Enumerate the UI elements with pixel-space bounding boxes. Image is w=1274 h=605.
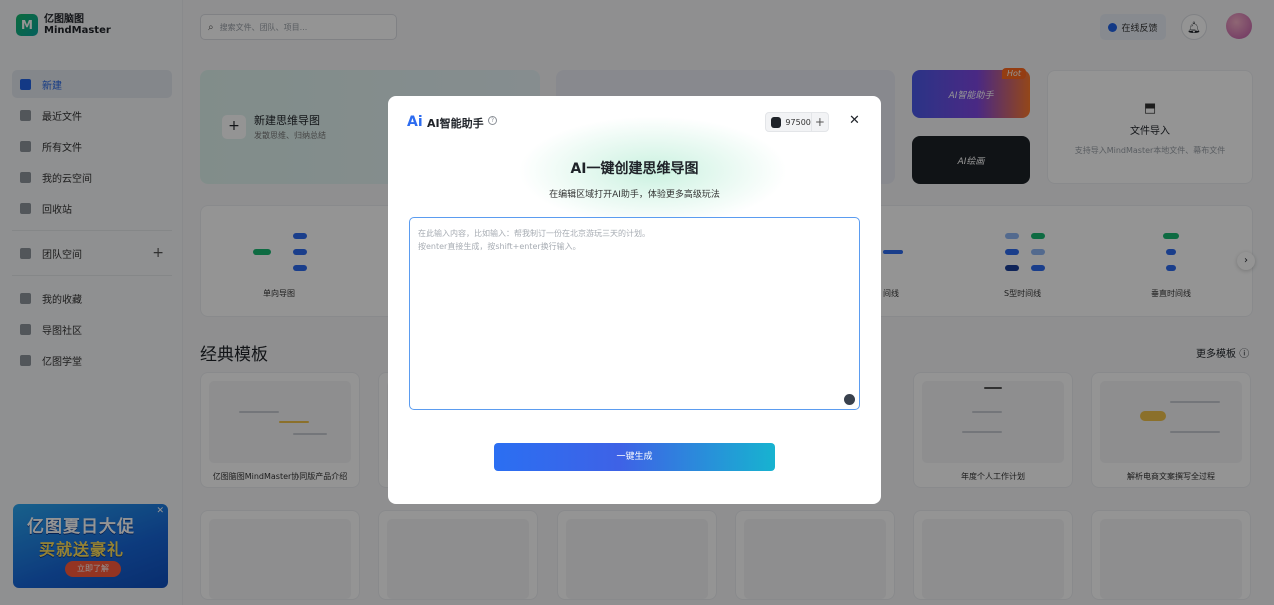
add-credits-button[interactable]: + (810, 113, 828, 131)
ai-assistant-dialog: Ai AI智能助手 ? 97500 + ✕ AI一键创建思维导图 在编辑区域打开… (388, 96, 881, 504)
generate-button[interactable]: 一键生成 (494, 443, 775, 471)
credits-badge: 97500 + (765, 112, 829, 132)
ai-logo-icon: Ai (407, 114, 423, 130)
placeholder-line1: 在此输入内容，比如输入：帮我制订一份在北京游玩三天的计划。 (418, 229, 650, 238)
close-icon[interactable]: ✕ (849, 113, 860, 128)
dialog-heading: AI一键创建思维导图 (570, 161, 699, 177)
prompt-tool-icon[interactable] (844, 394, 855, 405)
dialog-subheading: 在编辑区域打开AI助手，体验更多高级玩法 (549, 190, 720, 200)
prompt-textarea[interactable]: 在此输入内容，比如输入：帮我制订一份在北京游玩三天的计划。 按enter直接生成… (409, 217, 860, 410)
coin-icon (771, 116, 782, 128)
placeholder-line2: 按enter直接生成，按shift+enter换行输入。 (418, 242, 581, 251)
credits-value: 97500 (785, 117, 811, 127)
help-icon[interactable]: ? (488, 116, 497, 125)
dialog-title: AI智能助手 (427, 117, 484, 130)
